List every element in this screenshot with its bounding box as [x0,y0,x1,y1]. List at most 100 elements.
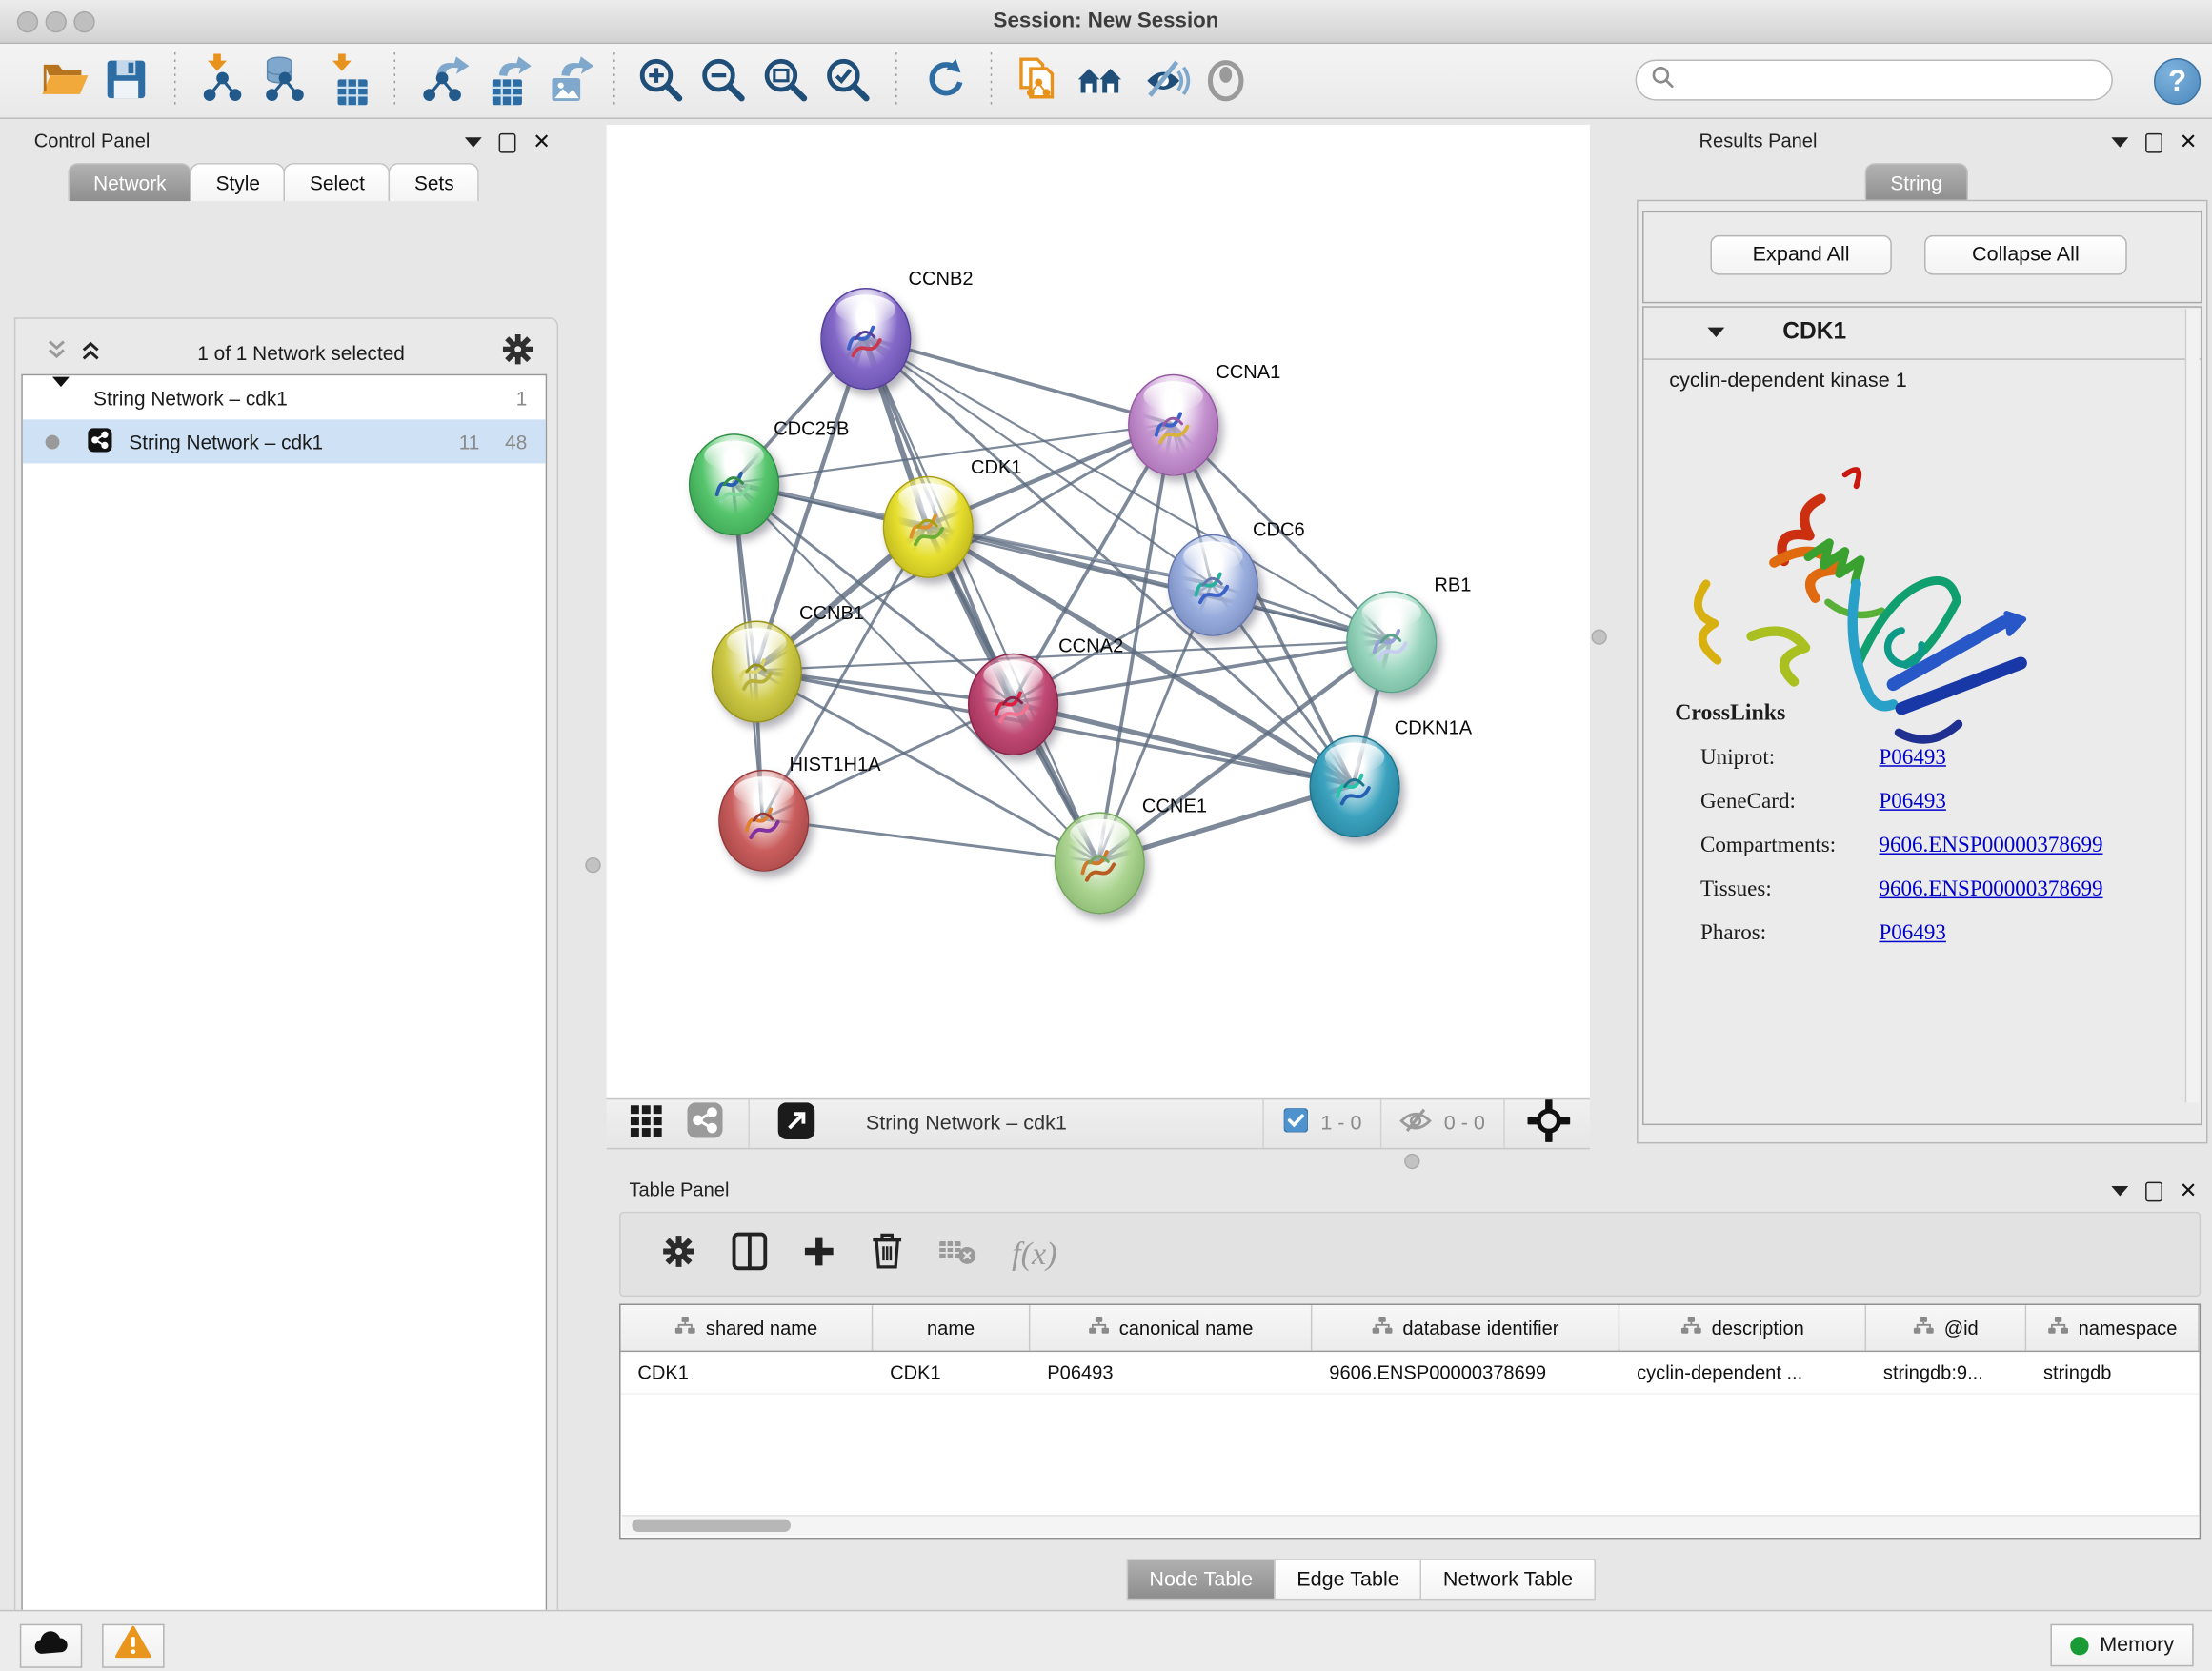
tab-style[interactable]: Style [191,163,286,201]
crosslink-value-link[interactable]: P06493 [1879,920,1945,946]
first-neighbors-button[interactable] [1070,51,1132,111]
close-panel-icon[interactable]: ✕ [2180,1180,2198,1201]
tab-sets[interactable]: Sets [389,163,479,201]
export-network-button[interactable] [411,51,473,111]
show-columns-icon[interactable] [732,1231,769,1278]
cell-shared-name[interactable]: CDK1 [621,1361,874,1382]
network-collection-row[interactable]: String Network – cdk1 1 [23,375,546,419]
warning-button[interactable] [102,1624,164,1668]
memory-button[interactable]: Memory [2050,1624,2193,1667]
network-canvas[interactable]: CCNB2 CCNA1 CDC25B CDK1 CDC6 RB1 CCNB1 C… [607,125,1590,1098]
column-header-shared-name[interactable]: shared name [621,1305,874,1351]
collapse-gene-icon[interactable] [1707,328,1724,337]
tab-select[interactable]: Select [284,163,390,201]
crosslink-value-link[interactable]: P06493 [1879,789,1945,815]
selected-checkbox-icon[interactable] [1284,1108,1308,1139]
node-rb1[interactable] [1346,591,1437,693]
zoom-in-button[interactable] [631,51,693,111]
table-row[interactable]: CDK1CDK1P064939606.ENSP00000378699cyclin… [621,1352,2200,1395]
crosslink-value-link[interactable]: 9606.ENSP00000378699 [1879,876,2102,902]
import-network-database-button[interactable] [253,51,315,111]
crosslink-value-link[interactable]: P06493 [1879,745,1945,771]
column-header-name[interactable]: name [873,1305,1030,1351]
table-horizontal-scrollbar[interactable] [622,1515,2201,1536]
scrollbar-thumb[interactable] [632,1520,791,1532]
tab-edge-table[interactable]: Edge Table [1274,1559,1421,1600]
import-network-file-button[interactable] [191,51,253,111]
column-header-canonical-name[interactable]: canonical name [1030,1305,1312,1351]
column-header-id[interactable]: @id [1866,1305,2026,1351]
show-all-button[interactable] [1195,51,1257,111]
zoom-out-button[interactable] [693,51,754,111]
import-table-file-button[interactable] [316,51,378,111]
gene-card-header[interactable]: CDK1 [1644,308,2202,360]
string-network-badge-icon[interactable] [687,1102,722,1145]
hidden-eye-slash-icon[interactable] [1398,1106,1433,1141]
crosslink-value-link[interactable]: 9606.ENSP00000378699 [1879,833,2102,858]
close-panel-icon[interactable]: ✕ [2180,131,2198,152]
cell-name[interactable]: CDK1 [873,1361,1030,1382]
cell-database-identifier[interactable]: 9606.ENSP00000378699 [1312,1361,1619,1382]
search-box[interactable] [1636,59,2113,100]
expand-all-button[interactable]: Expand All [1710,235,1891,275]
export-image-button[interactable] [535,51,597,111]
help-button[interactable]: ? [2154,58,2201,105]
cell-id[interactable]: stringdb:9... [1866,1361,2026,1382]
refresh-layout-button[interactable] [913,51,975,111]
bottom-splitter-handle[interactable] [1404,1154,1419,1169]
navigator-crosshair-icon[interactable] [1528,1099,1571,1149]
panel-menu-icon[interactable] [2111,137,2128,147]
open-in-window-icon[interactable] [778,1102,815,1146]
zoom-fit-button[interactable] [755,51,817,111]
save-session-button[interactable] [96,51,158,111]
cell-canonical-name[interactable]: P06493 [1030,1361,1312,1382]
cell-namespace[interactable]: stringdb [2026,1361,2199,1382]
network-row[interactable]: String Network – cdk1 11 48 [23,419,546,463]
delete-column-trash-icon[interactable] [870,1232,904,1278]
delete-table-icon[interactable] [938,1235,978,1273]
search-input[interactable] [1683,68,2111,93]
tab-network-table[interactable]: Network Table [1420,1559,1596,1600]
collapse-all-networks-icon[interactable] [46,338,69,368]
node-cdkn1a[interactable] [1309,735,1399,837]
export-table-button[interactable] [473,51,535,111]
function-builder-fx-icon[interactable]: f(x) [1012,1236,1056,1273]
collapse-all-button[interactable]: Collapse All [1924,235,2127,275]
node-hist1h1a[interactable] [718,770,809,872]
tab-string[interactable]: String [1865,163,1968,201]
network-options-gear-icon[interactable] [500,332,535,374]
node-cdc6[interactable] [1168,534,1258,636]
close-panel-icon[interactable]: ✕ [533,131,551,152]
node-ccna2[interactable] [968,654,1058,755]
hide-selected-button[interactable] [1133,51,1195,111]
node-ccne1[interactable] [1055,812,1145,914]
create-column-plus-icon[interactable] [802,1234,836,1275]
float-panel-icon[interactable] [2145,132,2162,152]
panel-menu-icon[interactable] [465,137,482,147]
zoom-selected-button[interactable] [817,51,879,111]
column-header-namespace[interactable]: namespace [2026,1305,2199,1351]
birdseye-grid-icon[interactable] [629,1103,663,1144]
column-header-database-identifier[interactable]: database identifier [1312,1305,1619,1351]
results-scrollbar[interactable] [2185,309,2200,1102]
left-splitter-handle[interactable] [585,857,600,873]
float-panel-icon[interactable] [2145,1181,2162,1201]
collection-expand-icon[interactable] [52,386,70,409]
right-splitter-handle[interactable] [1591,629,1606,644]
node-cdk1[interactable] [883,476,974,578]
panel-menu-icon[interactable] [2111,1186,2128,1196]
expand-all-networks-icon[interactable] [79,338,102,368]
cell-description[interactable]: cyclin-dependent ... [1619,1361,1866,1382]
node-ccnb2[interactable] [820,288,911,390]
node-cdc25b[interactable] [689,433,779,535]
table-options-gear-icon[interactable] [660,1232,697,1276]
node-table[interactable]: shared namenamecanonical namedatabase id… [619,1304,2201,1540]
new-network-from-selection-button[interactable] [1008,51,1070,111]
node-ccna1[interactable] [1128,374,1218,476]
float-panel-icon[interactable] [499,132,516,152]
cloud-button[interactable] [20,1624,82,1668]
tab-node-table[interactable]: Node Table [1127,1559,1276,1600]
tab-network[interactable]: Network [68,163,191,201]
node-ccnb1[interactable] [712,621,802,723]
open-session-button[interactable] [34,51,96,111]
